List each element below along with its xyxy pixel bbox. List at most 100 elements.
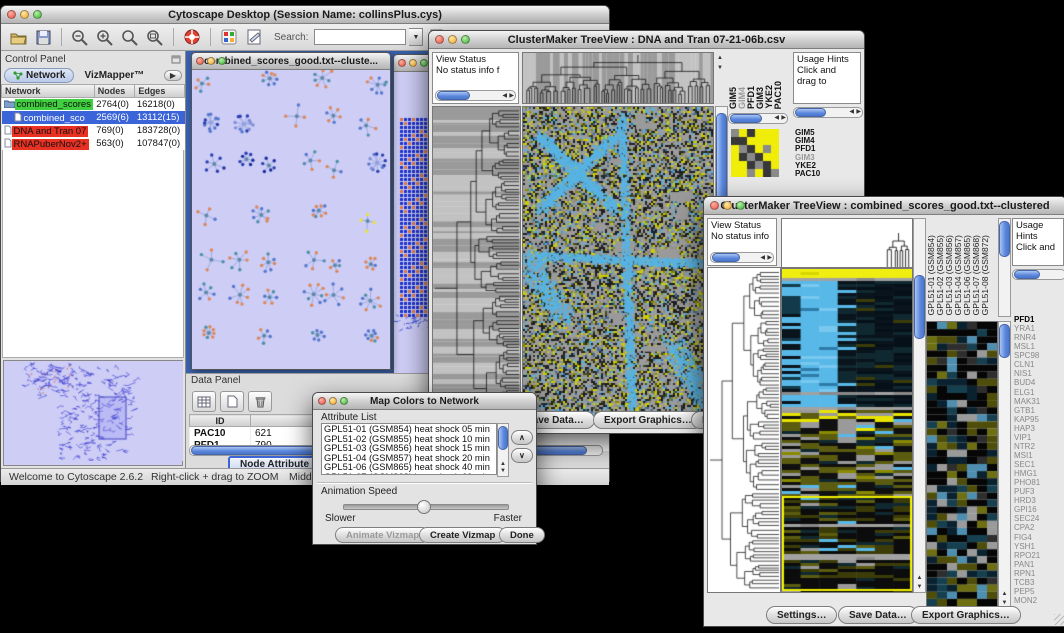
col-id[interactable]: ID xyxy=(190,415,251,427)
resize-grip[interactable] xyxy=(1054,614,1064,625)
birdseye-view[interactable] xyxy=(3,360,183,466)
gene-label[interactable]: PEP5 xyxy=(1014,587,1064,596)
scroll-left-icon[interactable]: ◀ xyxy=(774,114,779,121)
search-input[interactable] xyxy=(314,29,406,45)
open-session-button[interactable] xyxy=(7,27,29,47)
minimize-button[interactable] xyxy=(207,57,215,65)
summary-row-labels[interactable]: GIM5GIM4PFD1GIM3YKE2PAC10 xyxy=(795,129,857,181)
gene-label[interactable]: YRA1 xyxy=(1014,324,1064,333)
gene-label[interactable]: PAN1 xyxy=(1014,560,1064,569)
export-graphics-button[interactable]: Export Graphics… xyxy=(911,606,1021,624)
view-status-hscrollbar[interactable]: ◀ ▶ xyxy=(710,252,774,263)
scroll-right-icon[interactable]: ▶ xyxy=(856,108,861,115)
float-panel-icon[interactable] xyxy=(171,55,181,64)
heatmap-vscrollbar[interactable]: ▲ ▼ xyxy=(913,218,926,593)
summary-matrix-canvas[interactable] xyxy=(731,129,779,177)
attribute-item[interactable]: GPL51-07 (GSM868) heat shock 60 min xyxy=(324,473,494,475)
column-labels[interactable]: GPL51-01 (GSM854)GPL51-02 (GSM855)GPL51-… xyxy=(927,217,993,315)
view-status-hscrollbar[interactable]: ◀ ▶ xyxy=(435,90,516,101)
usage-hints-hscrollbar[interactable] xyxy=(1012,269,1064,280)
gene-label[interactable]: RPN1 xyxy=(1014,569,1064,578)
birdseye-canvas[interactable] xyxy=(4,361,183,461)
new-attribute-button[interactable] xyxy=(220,391,244,412)
export-graphics-button[interactable]: Export Graphics… xyxy=(593,411,703,429)
gene-label[interactable]: GPI16 xyxy=(1014,505,1064,514)
annotation-button[interactable] xyxy=(243,27,265,47)
gene-label[interactable]: ELG1 xyxy=(1014,388,1064,397)
close-button[interactable] xyxy=(7,10,16,19)
gene-label[interactable]: PHO81 xyxy=(1014,478,1064,487)
row-label[interactable]: PAC10 xyxy=(795,170,857,178)
gene-label[interactable]: MSI1 xyxy=(1014,451,1064,460)
row-dendrogram-canvas[interactable] xyxy=(432,106,521,416)
zoom-heatmap-canvas[interactable] xyxy=(926,321,998,607)
minimize-button[interactable] xyxy=(20,10,29,19)
heatmap-canvas[interactable] xyxy=(781,268,913,593)
labels-vscrollbar[interactable] xyxy=(998,218,1011,317)
usage-hints-hscrollbar[interactable]: ◀ ▶ xyxy=(793,107,863,118)
create-vizmap-button[interactable]: Create Vizmap xyxy=(419,527,506,543)
close-button[interactable] xyxy=(398,59,406,67)
column-label[interactable]: GPL51-08 (GSM872) xyxy=(981,235,990,315)
gene-label[interactable]: MAK31 xyxy=(1014,397,1064,406)
column-labels[interactable]: GIM5GIM4PFD1GIM3YKE2PAC10 xyxy=(729,53,787,109)
scroll-right-icon[interactable]: ▶ xyxy=(767,253,772,264)
gene-label[interactable]: RNR4 xyxy=(1014,333,1064,342)
main-title-bar[interactable]: Cytoscape Desktop (Session Name: collins… xyxy=(1,6,609,24)
zoom-in-button[interactable] xyxy=(94,27,116,47)
save-data-button[interactable]: Save Data… xyxy=(838,606,918,624)
gene-label[interactable]: SEC1 xyxy=(1014,460,1064,469)
gene-label[interactable]: BUD4 xyxy=(1014,378,1064,387)
close-button[interactable] xyxy=(196,57,204,65)
attribute-list[interactable]: GPL51-01 (GSM854) heat shock 05 minGPL51… xyxy=(321,423,497,475)
vizmapper-button[interactable] xyxy=(218,27,240,47)
column-labels-hscrollbar[interactable]: ◀ ▶ xyxy=(728,113,788,124)
zoom-selected-button[interactable] xyxy=(119,27,141,47)
speed-slider-thumb[interactable] xyxy=(417,500,431,514)
attribute-list-vscrollbar[interactable]: ▲ ▼ xyxy=(497,423,509,477)
scroll-up-icon[interactable]: ▲ xyxy=(498,461,508,468)
gene-label[interactable]: HMG1 xyxy=(1014,469,1064,478)
save-session-button[interactable] xyxy=(32,27,54,47)
move-up-button[interactable]: ∧ xyxy=(511,430,533,445)
scroll-down-icon[interactable]: ▼ xyxy=(914,584,925,591)
close-button[interactable] xyxy=(435,35,444,44)
zoom-button[interactable] xyxy=(420,59,428,67)
scroll-down-icon[interactable]: ▼ xyxy=(717,65,723,71)
network-row[interactable]: DNA and Tran 07 769(0) 183728(0) xyxy=(2,124,185,137)
delete-attribute-button[interactable] xyxy=(248,391,272,412)
gene-label[interactable]: MON2 xyxy=(1014,596,1064,605)
gene-labels[interactable]: PFD1YRA1RNR4MSL1SPC98CLN1NIS1BUD4ELG1MAK… xyxy=(1014,315,1064,607)
gene-label[interactable]: GTB1 xyxy=(1014,406,1064,415)
scroll-up-icon[interactable]: ▲ xyxy=(999,591,1010,598)
zoom-button[interactable] xyxy=(461,35,470,44)
more-tabs-button[interactable]: ▶ xyxy=(164,70,182,81)
row-dendrogram-canvas[interactable] xyxy=(707,267,781,593)
network-row[interactable]: combined_scores 2764(0) 16218(0) xyxy=(2,98,185,112)
scroll-left-icon[interactable]: ◀ xyxy=(760,253,765,264)
gene-label[interactable]: SEC24 xyxy=(1014,514,1064,523)
treeview-dna-title-bar[interactable]: ClusterMaker TreeView : DNA and Tran 07-… xyxy=(429,31,864,49)
col-nodes[interactable]: Nodes xyxy=(94,85,135,98)
minimize-button[interactable] xyxy=(448,35,457,44)
gene-label[interactable]: VIP1 xyxy=(1014,433,1064,442)
close-button[interactable] xyxy=(318,397,326,405)
col-edges[interactable]: Edges xyxy=(135,85,185,98)
gene-label[interactable]: YSH1 xyxy=(1014,542,1064,551)
network-canvas[interactable] xyxy=(192,70,388,368)
gene-label[interactable]: MSL1 xyxy=(1014,342,1064,351)
minimize-button[interactable] xyxy=(723,201,732,210)
gene-label[interactable]: PFD1 xyxy=(1014,315,1064,324)
network-title-bar[interactable]: combined_scores_good.txt--cluste... xyxy=(192,53,390,70)
gene-label[interactable]: HAP3 xyxy=(1014,424,1064,433)
column-dendrogram-canvas[interactable] xyxy=(522,52,714,104)
select-attributes-button[interactable] xyxy=(192,391,216,412)
treeview-combined-title-bar[interactable]: ClusterMaker TreeView : combined_scores_… xyxy=(704,197,1064,215)
zoom-button[interactable] xyxy=(218,57,226,65)
gene-label[interactable]: PUF3 xyxy=(1014,487,1064,496)
zoom-fit-button[interactable] xyxy=(144,27,166,47)
close-button[interactable] xyxy=(710,201,719,210)
gene-label[interactable]: NIS1 xyxy=(1014,369,1064,378)
heatmap-canvas[interactable] xyxy=(522,106,714,416)
scroll-left-icon[interactable]: ◀ xyxy=(502,91,507,102)
